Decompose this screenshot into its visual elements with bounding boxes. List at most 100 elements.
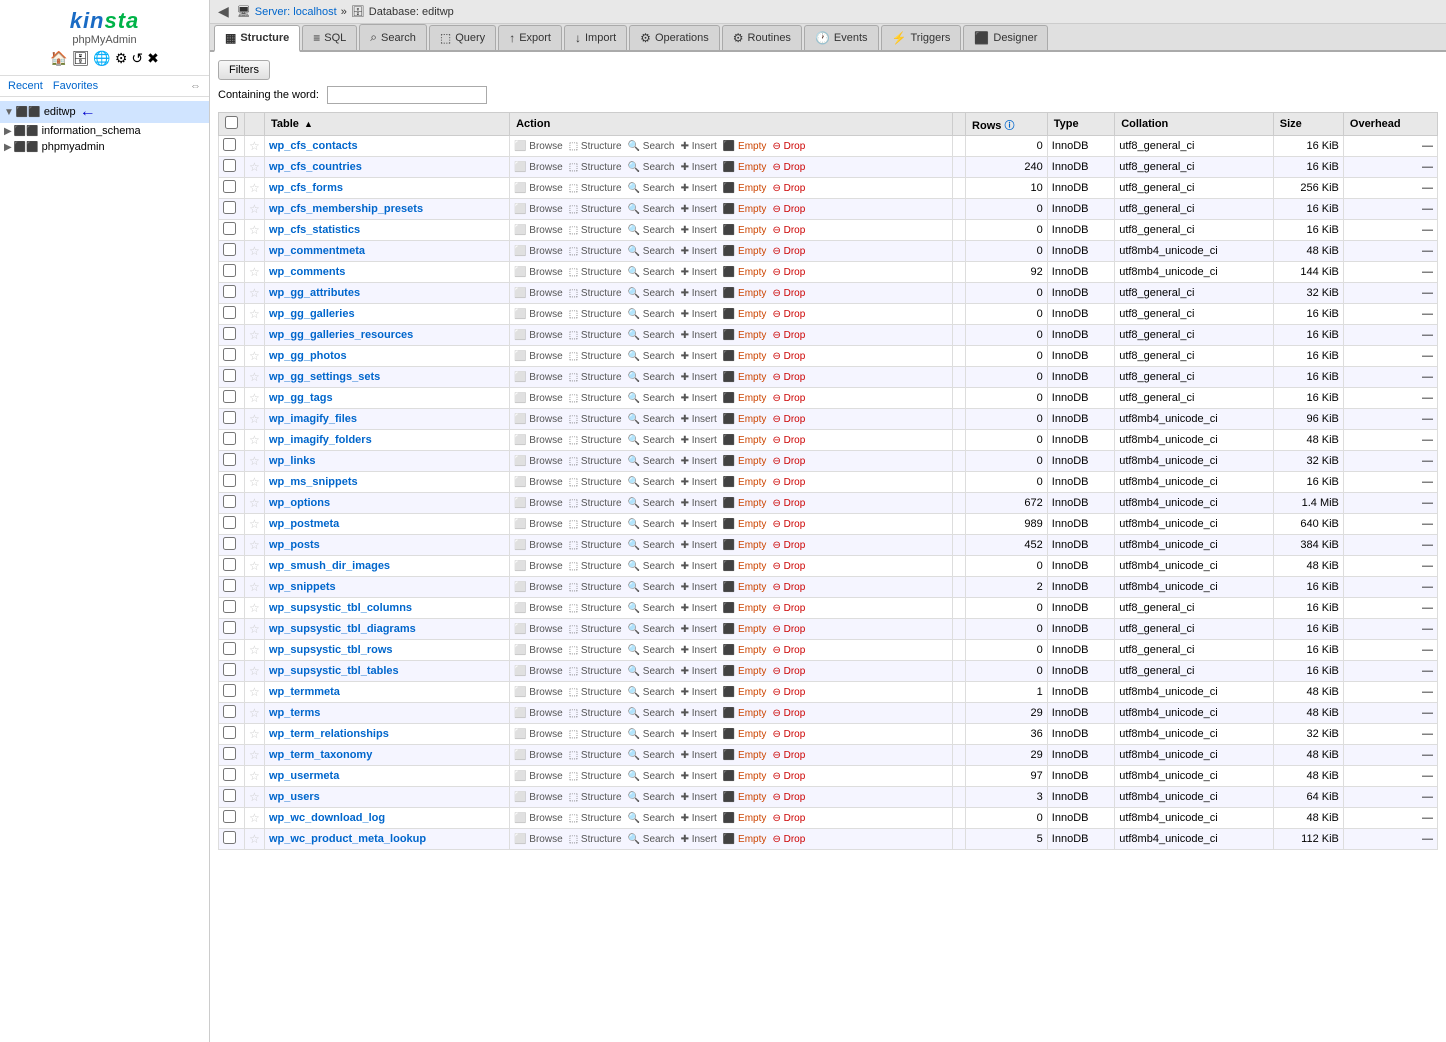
browse-link[interactable]: ⬜ Browse — [514, 330, 563, 341]
browse-link[interactable]: ⬜ Browse — [514, 666, 563, 677]
row-checkbox[interactable] — [223, 159, 236, 172]
row-checkbox[interactable] — [223, 600, 236, 613]
row-checkbox[interactable] — [223, 663, 236, 676]
insert-link[interactable]: ✚ Insert — [681, 246, 717, 257]
table-name-link[interactable]: wp_supsystic_tbl_diagrams — [269, 623, 416, 635]
drop-link[interactable]: ⊖ Drop — [772, 246, 805, 257]
table-name-link[interactable]: wp_options — [269, 497, 330, 509]
database-icon[interactable]: 🗄 — [72, 50, 90, 67]
table-name-link[interactable]: wp_term_taxonomy — [269, 749, 372, 761]
structure-link[interactable]: ⬚ Structure — [569, 645, 622, 656]
empty-link[interactable]: ⬛ Empty — [723, 393, 767, 404]
structure-link[interactable]: ⬚ Structure — [569, 666, 622, 677]
insert-link[interactable]: ✚ Insert — [681, 624, 717, 635]
insert-link[interactable]: ✚ Insert — [681, 708, 717, 719]
insert-link[interactable]: ✚ Insert — [681, 372, 717, 383]
empty-link[interactable]: ⬛ Empty — [723, 183, 767, 194]
tab-sql[interactable]: ≡ SQL — [302, 25, 357, 50]
star-icon[interactable]: ☆ — [249, 727, 260, 741]
home-icon[interactable]: 🏠 — [50, 50, 67, 67]
empty-link[interactable]: ⬛ Empty — [723, 456, 767, 467]
table-name-link[interactable]: wp_gg_attributes — [269, 287, 360, 299]
table-name-link[interactable]: wp_imagify_folders — [269, 434, 372, 446]
row-checkbox[interactable] — [223, 810, 236, 823]
drop-link[interactable]: ⊖ Drop — [772, 288, 805, 299]
drop-link[interactable]: ⊖ Drop — [772, 582, 805, 593]
row-checkbox[interactable] — [223, 768, 236, 781]
insert-link[interactable]: ✚ Insert — [681, 141, 717, 152]
table-name-link[interactable]: wp_gg_galleries — [269, 308, 355, 320]
insert-link[interactable]: ✚ Insert — [681, 729, 717, 740]
insert-link[interactable]: ✚ Insert — [681, 687, 717, 698]
tab-search[interactable]: ⌕ Search — [359, 24, 427, 50]
empty-link[interactable]: ⬛ Empty — [723, 666, 767, 677]
drop-link[interactable]: ⊖ Drop — [772, 750, 805, 761]
empty-link[interactable]: ⬛ Empty — [723, 582, 767, 593]
empty-link[interactable]: ⬛ Empty — [723, 603, 767, 614]
table-name-link[interactable]: wp_cfs_statistics — [269, 224, 360, 236]
empty-link[interactable]: ⬛ Empty — [723, 813, 767, 824]
structure-link[interactable]: ⬚ Structure — [569, 750, 622, 761]
structure-link[interactable]: ⬚ Structure — [569, 708, 622, 719]
drop-link[interactable]: ⊖ Drop — [772, 792, 805, 803]
browse-link[interactable]: ⬜ Browse — [514, 603, 563, 614]
row-checkbox[interactable] — [223, 243, 236, 256]
browse-link[interactable]: ⬜ Browse — [514, 540, 563, 551]
star-icon[interactable]: ☆ — [249, 559, 260, 573]
tab-structure[interactable]: ▦ Structure — [214, 25, 300, 52]
select-all-checkbox[interactable] — [225, 116, 238, 129]
insert-link[interactable]: ✚ Insert — [681, 309, 717, 320]
search-link[interactable]: 🔍 Search — [628, 414, 675, 425]
search-link[interactable]: 🔍 Search — [628, 477, 675, 488]
table-name-link[interactable]: wp_gg_galleries_resources — [269, 329, 413, 341]
browse-link[interactable]: ⬜ Browse — [514, 771, 563, 782]
insert-link[interactable]: ✚ Insert — [681, 603, 717, 614]
browse-link[interactable]: ⬜ Browse — [514, 225, 563, 236]
star-icon[interactable]: ☆ — [249, 412, 260, 426]
search-link[interactable]: 🔍 Search — [628, 519, 675, 530]
structure-link[interactable]: ⬚ Structure — [569, 225, 622, 236]
search-link[interactable]: 🔍 Search — [628, 204, 675, 215]
empty-link[interactable]: ⬛ Empty — [723, 498, 767, 509]
star-icon[interactable]: ☆ — [249, 181, 260, 195]
drop-link[interactable]: ⊖ Drop — [772, 519, 805, 530]
empty-link[interactable]: ⬛ Empty — [723, 834, 767, 845]
drop-link[interactable]: ⊖ Drop — [772, 162, 805, 173]
insert-link[interactable]: ✚ Insert — [681, 288, 717, 299]
search-link[interactable]: 🔍 Search — [628, 225, 675, 236]
table-name-link[interactable]: wp_terms — [269, 707, 320, 719]
table-name-link[interactable]: wp_posts — [269, 539, 320, 551]
browse-link[interactable]: ⬜ Browse — [514, 456, 563, 467]
insert-link[interactable]: ✚ Insert — [681, 561, 717, 572]
structure-link[interactable]: ⬚ Structure — [569, 435, 622, 446]
structure-link[interactable]: ⬚ Structure — [569, 582, 622, 593]
empty-link[interactable]: ⬛ Empty — [723, 267, 767, 278]
empty-link[interactable]: ⬛ Empty — [723, 792, 767, 803]
row-checkbox[interactable] — [223, 537, 236, 550]
structure-link[interactable]: ⬚ Structure — [569, 288, 622, 299]
star-icon[interactable]: ☆ — [249, 349, 260, 363]
row-checkbox[interactable] — [223, 453, 236, 466]
search-link[interactable]: 🔍 Search — [628, 729, 675, 740]
table-name-link[interactable]: wp_termmeta — [269, 686, 340, 698]
star-icon[interactable]: ☆ — [249, 622, 260, 636]
drop-link[interactable]: ⊖ Drop — [772, 603, 805, 614]
structure-link[interactable]: ⬚ Structure — [569, 246, 622, 257]
drop-link[interactable]: ⊖ Drop — [772, 645, 805, 656]
structure-link[interactable]: ⬚ Structure — [569, 498, 622, 509]
tab-triggers[interactable]: ⚡ Triggers — [881, 25, 962, 50]
star-icon[interactable]: ☆ — [249, 223, 260, 237]
row-checkbox[interactable] — [223, 789, 236, 802]
sidebar-item-editwp[interactable]: ▼ ⬛⬛ editwp ← — [0, 101, 209, 123]
col-collation-header[interactable]: Collation — [1115, 113, 1274, 136]
row-checkbox[interactable] — [223, 201, 236, 214]
drop-link[interactable]: ⊖ Drop — [772, 666, 805, 677]
structure-link[interactable]: ⬚ Structure — [569, 141, 622, 152]
star-icon[interactable]: ☆ — [249, 496, 260, 510]
row-checkbox[interactable] — [223, 747, 236, 760]
browse-link[interactable]: ⬜ Browse — [514, 582, 563, 593]
browse-link[interactable]: ⬜ Browse — [514, 183, 563, 194]
row-checkbox[interactable] — [223, 684, 236, 697]
browse-link[interactable]: ⬜ Browse — [514, 645, 563, 656]
browse-link[interactable]: ⬜ Browse — [514, 477, 563, 488]
